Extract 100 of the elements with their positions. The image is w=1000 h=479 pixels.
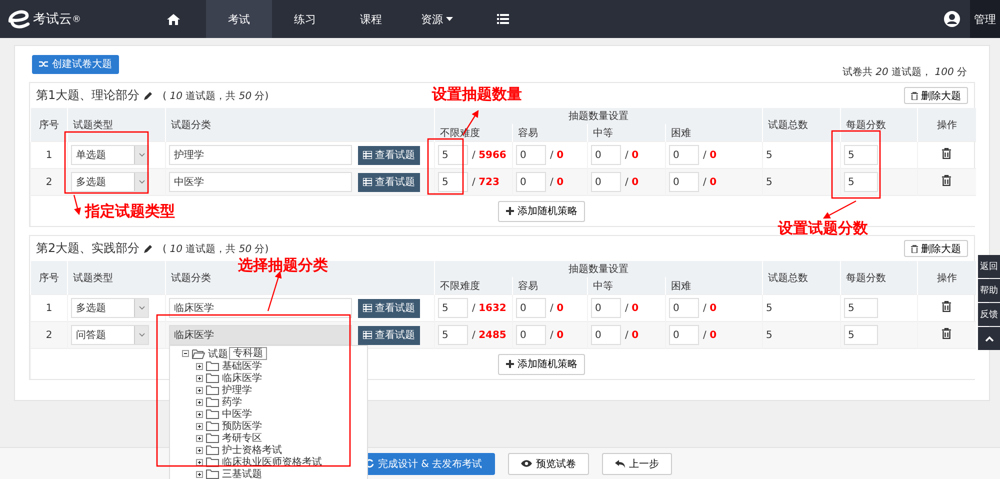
pencil-icon[interactable]: [144, 244, 153, 253]
delete-section-button[interactable]: 删除大题: [904, 240, 968, 257]
tree-item[interactable]: 基础医学: [222, 359, 262, 373]
count-field[interactable]: 5: [438, 325, 468, 345]
expand-icon[interactable]: [196, 374, 203, 382]
count-field[interactable]: 5: [438, 298, 468, 318]
view-questions-button[interactable]: 查看试题: [358, 146, 420, 164]
folder-icon: [206, 373, 219, 383]
count-field[interactable]: 0: [591, 145, 621, 165]
table-icon: [363, 151, 372, 159]
expand-icon[interactable]: [196, 434, 203, 442]
back-to-top-button[interactable]: [978, 327, 1000, 350]
expand-icon[interactable]: [196, 446, 203, 454]
count-field[interactable]: 0: [669, 145, 699, 165]
nav-tab[interactable]: 课程: [338, 0, 404, 38]
reply-arrow-icon: [615, 460, 626, 468]
count-field[interactable]: 0: [516, 172, 546, 192]
annotation-arrow: [822, 200, 856, 219]
column-header: 试题类型: [68, 108, 166, 142]
question-type-select[interactable]: 多选题: [71, 298, 149, 318]
tree-item[interactable]: 三基试题: [222, 467, 262, 479]
score-field[interactable]: 5: [844, 298, 878, 318]
category-field[interactable]: 护理学: [169, 145, 352, 165]
question-type-select[interactable]: 多选题: [71, 172, 149, 192]
tree-item[interactable]: 试题: [208, 346, 228, 360]
trash-icon[interactable]: [942, 328, 952, 339]
trash-icon[interactable]: [942, 301, 952, 312]
count-field[interactable]: 0: [516, 325, 546, 345]
category-field[interactable]: 中医学: [169, 172, 352, 192]
delete-section-button[interactable]: 删除大题: [904, 87, 968, 104]
total-count: 5: [766, 176, 772, 188]
user-avatar-icon[interactable]: [944, 11, 960, 27]
count-field[interactable]: 0: [669, 325, 699, 345]
tree-item[interactable]: 护士资格考试: [222, 443, 282, 457]
nav-tab[interactable]: 练习: [272, 0, 338, 38]
expand-icon[interactable]: [196, 470, 203, 478]
side-button[interactable]: 帮助: [978, 279, 1000, 302]
preview-button[interactable]: 预览试卷: [508, 452, 590, 474]
column-header: 中等: [588, 124, 666, 142]
expand-icon[interactable]: [196, 422, 203, 430]
nav-tab[interactable]: 资源: [404, 0, 470, 38]
expand-icon[interactable]: [196, 410, 203, 418]
create-section-button[interactable]: 创建试卷大题: [32, 54, 119, 74]
count-field[interactable]: 5: [438, 145, 468, 165]
score-field[interactable]: 5: [844, 145, 878, 165]
view-questions-button[interactable]: 查看试题: [358, 326, 420, 344]
side-button[interactable]: 返回: [978, 255, 1000, 278]
available-count: / 1632: [472, 302, 506, 314]
count-field[interactable]: 0: [516, 145, 546, 165]
folder-icon: [206, 385, 219, 395]
side-button[interactable]: 反馈: [978, 303, 1000, 326]
back-button[interactable]: 上一步: [602, 452, 672, 474]
trash-icon: [911, 92, 918, 100]
brand-name[interactable]: 考试云: [33, 10, 72, 28]
count-field[interactable]: 0: [669, 172, 699, 192]
row-number: 2: [46, 330, 52, 340]
table-icon: [363, 304, 372, 312]
view-questions-button[interactable]: 查看试题: [358, 172, 420, 192]
column-header: 序号: [30, 108, 68, 142]
tree-item[interactable]: 临床医学: [222, 371, 262, 385]
count-field[interactable]: 5: [438, 172, 468, 192]
view-questions-button[interactable]: 查看试题: [358, 298, 420, 318]
category-field[interactable]: 临床医学: [169, 298, 352, 318]
section-summary: ( 10 道试题，共 50 分): [162, 90, 269, 102]
add-strategy-button[interactable]: 添加随机策略: [498, 354, 586, 374]
trash-icon[interactable]: [942, 148, 952, 159]
count-field[interactable]: 0: [516, 298, 546, 318]
available-count: / 0: [550, 302, 564, 314]
count-field[interactable]: 0: [591, 325, 621, 345]
annotation-label: 设置抽题数量: [432, 85, 522, 104]
admin-button[interactable]: 管理: [970, 0, 1000, 38]
available-count: / 0: [550, 330, 564, 340]
category-field[interactable]: 临床医学: [169, 325, 352, 345]
nav-tab[interactable]: 考试: [206, 0, 272, 38]
annotation-arrow: [73, 194, 81, 216]
question-type-select[interactable]: 单选题: [71, 145, 149, 165]
collapse-icon[interactable]: [182, 350, 189, 357]
chevron-down-icon: [138, 333, 144, 337]
add-strategy-button[interactable]: 添加随机策略: [498, 200, 586, 222]
chevron-down-icon: [138, 306, 144, 310]
count-field[interactable]: 0: [591, 172, 621, 192]
expand-icon[interactable]: [196, 386, 203, 394]
total-count: 5: [766, 330, 772, 340]
expand-icon[interactable]: [196, 362, 203, 370]
column-group-header: 抽题数量设置: [434, 108, 762, 124]
tree-item[interactable]: 药学: [222, 395, 242, 409]
count-field[interactable]: 0: [591, 298, 621, 318]
count-field[interactable]: 0: [669, 298, 699, 318]
score-field[interactable]: 5: [844, 325, 878, 345]
tree-item[interactable]: 护理学: [222, 383, 252, 397]
expand-icon[interactable]: [196, 398, 203, 406]
tree-item[interactable]: 中医学: [222, 407, 252, 421]
question-type-select[interactable]: 问答题: [71, 325, 149, 345]
expand-icon[interactable]: [196, 458, 203, 466]
pencil-icon[interactable]: [144, 91, 153, 100]
score-field[interactable]: 5: [844, 172, 878, 192]
trash-icon[interactable]: [942, 175, 952, 186]
tree-item[interactable]: 预防医学: [222, 419, 262, 433]
tree-item[interactable]: 考研专区: [222, 431, 262, 445]
folder-icon: [206, 469, 219, 479]
